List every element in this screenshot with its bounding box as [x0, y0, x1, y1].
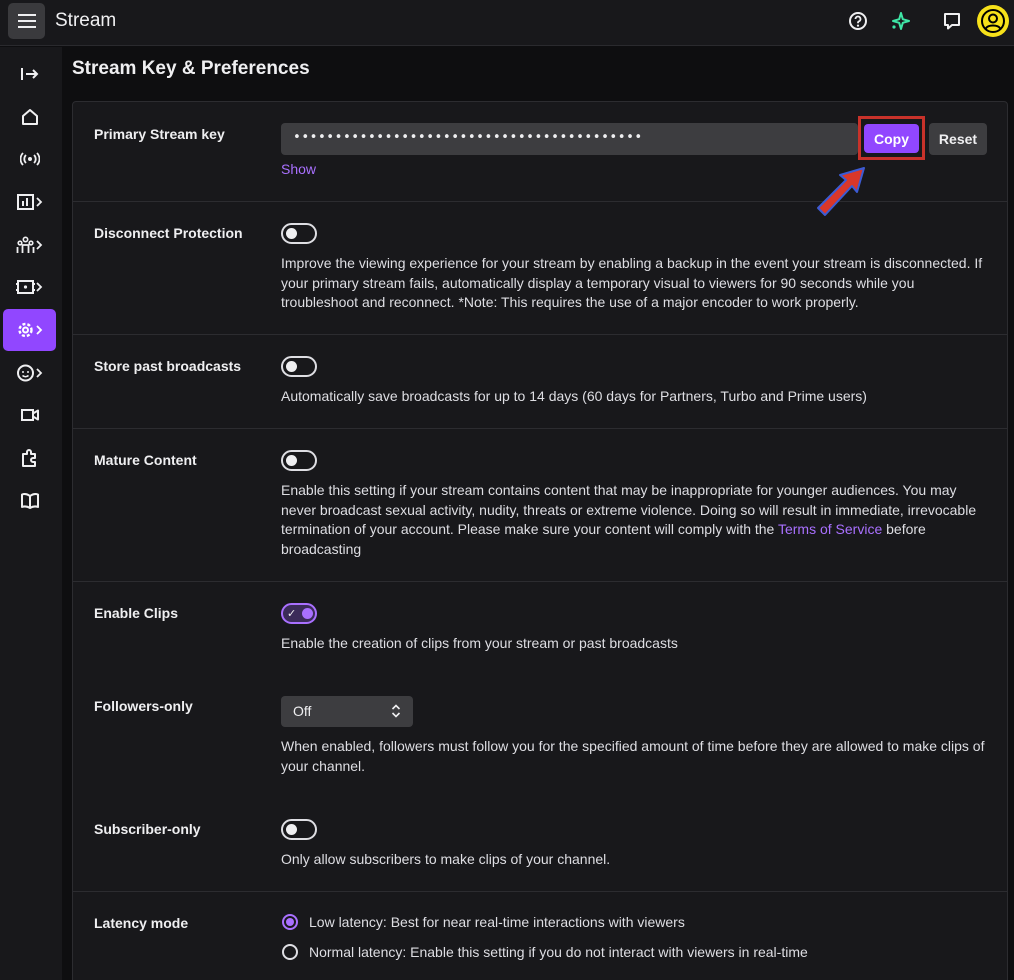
- stream-key-field[interactable]: ••••••••••••••••••••••••••••••••••••••••…: [281, 123, 858, 155]
- divider: [73, 334, 1007, 335]
- mature-content-description: Enable this setting if your stream conta…: [281, 481, 986, 560]
- user-avatar[interactable]: [977, 5, 1009, 37]
- help-icon: [849, 12, 867, 30]
- store-broadcasts-toggle[interactable]: [281, 356, 317, 377]
- community-icon: [16, 236, 42, 253]
- mature-content-label: Mature Content: [94, 452, 197, 468]
- check-icon: ✓: [287, 608, 297, 620]
- help-button[interactable]: [845, 8, 871, 34]
- normal-latency-label[interactable]: Normal latency: Enable this setting if y…: [309, 944, 808, 960]
- enable-clips-label: Enable Clips: [94, 605, 179, 621]
- divider: [73, 581, 1007, 582]
- menu-button[interactable]: [8, 3, 45, 39]
- stream-icon: [19, 152, 40, 166]
- nav-stream[interactable]: [3, 138, 56, 180]
- camera-icon: [20, 409, 39, 421]
- reset-button[interactable]: Reset: [929, 123, 987, 155]
- toggle-knob: [286, 228, 297, 239]
- sparkle-button[interactable]: [887, 8, 913, 34]
- nav-collapse[interactable]: [3, 53, 56, 95]
- disconnect-protection-label: Disconnect Protection: [94, 225, 243, 241]
- followers-only-value: Off: [293, 703, 312, 719]
- home-icon: [21, 109, 38, 125]
- toggle-knob: [302, 608, 313, 619]
- nav-settings[interactable]: [3, 309, 56, 351]
- content-icon: [15, 280, 42, 294]
- disconnect-protection-description: Improve the viewing experience for your …: [281, 255, 983, 311]
- collapse-icon: [20, 68, 38, 80]
- enable-clips-toggle[interactable]: ✓: [281, 603, 317, 624]
- top-bar: Stream: [0, 0, 1014, 46]
- nav-camera[interactable]: [3, 394, 56, 436]
- page-title: Stream Key & Preferences: [72, 58, 310, 79]
- select-caret-icon: [391, 704, 401, 718]
- toggle-knob: [286, 455, 297, 466]
- extensions-icon: [21, 449, 36, 467]
- toggle-knob: [286, 361, 297, 372]
- user-avatar-icon: [981, 9, 1005, 33]
- toggle-knob: [286, 824, 297, 835]
- annotation-arrow-icon: [817, 167, 865, 216]
- latency-mode-label: Latency mode: [94, 915, 189, 931]
- normal-latency-radio[interactable]: [282, 944, 298, 960]
- divider: [73, 428, 1007, 429]
- mature-content-toggle[interactable]: [281, 450, 317, 471]
- learn-icon: [20, 493, 39, 509]
- nav-learn[interactable]: [3, 480, 56, 522]
- followers-only-description: When enabled, followers must follow you …: [281, 738, 985, 774]
- analytics-icon: [16, 194, 42, 210]
- menu-icon: [17, 14, 36, 28]
- low-latency-label[interactable]: Low latency: Best for near real-time int…: [309, 914, 685, 930]
- enable-clips-description: Enable the creation of clips from your s…: [281, 635, 678, 651]
- whispers-icon: [944, 13, 960, 30]
- subscriber-only-description: Only allow subscribers to make clips of …: [281, 851, 611, 867]
- nav-content[interactable]: [3, 266, 56, 308]
- stream-key-label: Primary Stream key: [94, 126, 225, 142]
- nav-community[interactable]: [3, 224, 56, 266]
- viewer-icon: [16, 364, 42, 382]
- copy-highlight-box: Copy: [858, 116, 925, 160]
- low-latency-radio[interactable]: [282, 914, 298, 930]
- divider: [73, 891, 1007, 892]
- app-title: Stream: [55, 10, 117, 31]
- nav-home[interactable]: [3, 96, 56, 138]
- subscriber-only-toggle[interactable]: [281, 819, 317, 840]
- followers-only-select[interactable]: Off: [281, 696, 413, 727]
- nav-viewer[interactable]: [3, 352, 56, 394]
- copy-button[interactable]: Copy: [864, 124, 919, 153]
- subscriber-only-label: Subscriber-only: [94, 821, 201, 837]
- nav-analytics[interactable]: [3, 181, 56, 223]
- settings-panel: Primary Stream key •••••••••••••••••••••…: [72, 101, 1008, 980]
- terms-of-service-link[interactable]: Terms of Service: [778, 521, 882, 537]
- store-broadcasts-label: Store past broadcasts: [94, 358, 242, 374]
- whispers-button[interactable]: [939, 8, 965, 34]
- settings-icon: [17, 322, 42, 338]
- side-nav: [0, 47, 62, 980]
- sparkle-icon: [892, 12, 910, 30]
- followers-only-label: Followers-only: [94, 698, 193, 714]
- store-broadcasts-description: Automatically save broadcasts for up to …: [281, 388, 867, 404]
- show-key-link[interactable]: Show: [281, 161, 316, 177]
- disconnect-protection-toggle[interactable]: [281, 223, 317, 244]
- nav-extensions[interactable]: [3, 437, 56, 479]
